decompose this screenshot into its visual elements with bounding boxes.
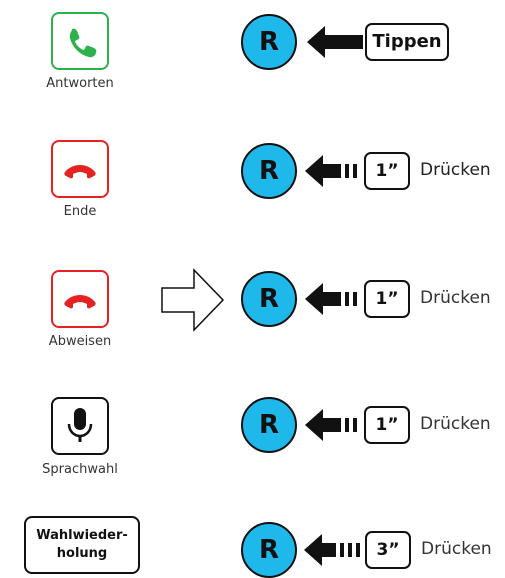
flow-arrow-icon xyxy=(161,268,225,332)
r-button: R xyxy=(241,271,297,327)
reject-call-icon-box xyxy=(51,270,109,328)
action-label: Drücken xyxy=(420,288,491,308)
key-1-second: 1” xyxy=(364,280,410,318)
phone-hangup-icon xyxy=(64,295,96,309)
action-label: Drücken xyxy=(420,160,491,180)
answer-call-icon-box xyxy=(51,12,109,70)
row-voice-dial: Sprachwahl R 1” Drücken xyxy=(0,388,505,488)
press-arrow-icon xyxy=(305,409,357,441)
pointer-arrow-icon xyxy=(307,26,363,58)
key-1-second: 1” xyxy=(364,152,410,190)
r-button: R xyxy=(241,522,297,578)
phone-hangup-icon xyxy=(64,165,96,179)
press-arrow-icon xyxy=(305,283,357,315)
r-button: R xyxy=(241,143,297,199)
action-label: Drücken xyxy=(420,414,491,434)
redial-label-box: Wahlwieder- holung xyxy=(24,516,140,574)
press-arrow-icon xyxy=(305,155,357,187)
caption-voice-dial: Sprachwahl xyxy=(42,462,118,477)
microphone-icon xyxy=(67,408,93,442)
row-end: Ende R 1” Drücken xyxy=(0,129,505,229)
caption-reject: Abweisen xyxy=(48,334,112,349)
caption-end: Ende xyxy=(63,204,97,219)
action-label: Drücken xyxy=(421,539,492,559)
redial-label: Wahlwieder- holung xyxy=(36,528,128,561)
caption-answer: Antworten xyxy=(46,76,114,91)
row-answer: Antworten R Tippen xyxy=(0,0,505,100)
key-tippen: Tippen xyxy=(365,23,449,61)
phone-answer-icon xyxy=(69,28,97,58)
voice-dial-icon-box xyxy=(51,397,109,455)
key-3-seconds: 3” xyxy=(365,531,411,569)
r-button: R xyxy=(241,14,297,70)
row-reject: Abweisen R 1” Drücken xyxy=(0,259,505,359)
press-arrow-icon xyxy=(304,534,360,566)
r-button: R xyxy=(241,397,297,453)
key-1-second: 1” xyxy=(364,406,410,444)
end-call-icon-box xyxy=(51,140,109,198)
